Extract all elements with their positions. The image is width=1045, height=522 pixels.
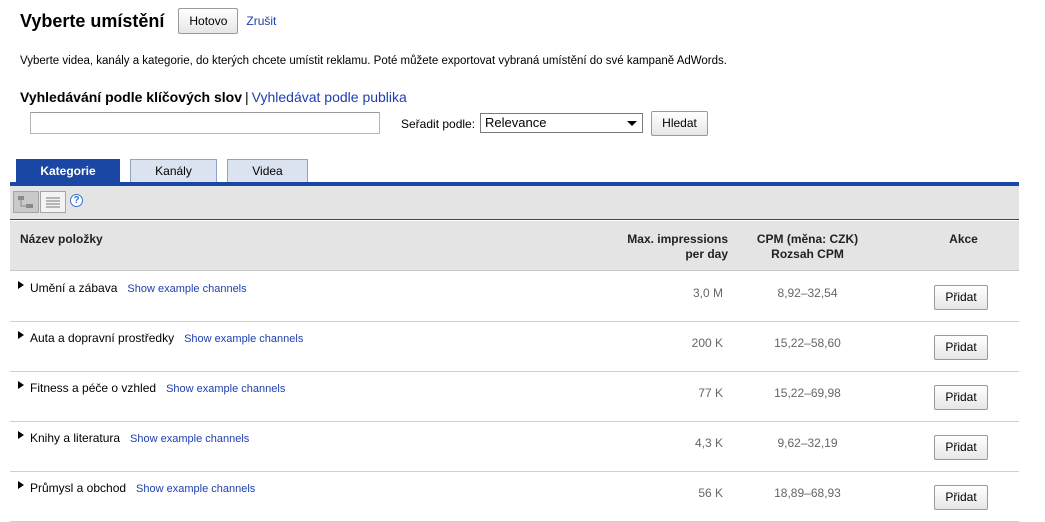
table-row: Auta a dopravní prostředky Show example c… [10,322,1019,372]
table-row: Umění a zábava Show example channels 3,0 … [10,272,1019,322]
sort-select[interactable]: Relevance [480,113,643,133]
sort-selected-value: Relevance [485,115,547,130]
cpm-header-line1: CPM (měna: CZK) [756,232,859,246]
done-button[interactable]: Hotovo [178,8,239,34]
search-button[interactable]: Hledat [651,111,708,136]
cpm-header-line2: Rozsah CPM [771,247,844,261]
category-name: Umění a zábava [30,281,118,295]
row-name-cell: Auta a dopravní prostředky Show example c… [30,331,303,345]
cpm-range: 9,62–32,19 [777,436,838,450]
tab-categories[interactable]: Kategorie [16,159,120,183]
cpm-range: 18,89–68,93 [774,486,841,500]
search-input[interactable] [30,112,380,134]
separator: | [245,89,249,105]
column-header-impressions: Max. impressions per day [600,232,728,262]
add-button[interactable]: Přidat [934,435,988,460]
table-header: Název položky Max. impressions per day C… [10,221,1019,271]
add-button[interactable]: Přidat [934,335,988,360]
page-title: Vyberte umístění [20,10,165,31]
table-row: Fitness a péče o vzhled Show example chan… [10,372,1019,422]
search-mode-switch: Vyhledávání podle klíčových slov | Vyhledá… [20,89,407,105]
keyword-search-heading: Vyhledávání podle klíčových slov [20,89,243,105]
category-name: Fitness a péče o vzhled [30,381,157,395]
expand-arrow-icon[interactable] [18,431,24,439]
column-header-name: Název položky [20,232,103,246]
show-example-channels-link[interactable]: Show example channels [130,433,249,445]
category-name: Průmysl a obchod [30,481,127,495]
intro-text: Vyberte videa, kanály a kategorie, do kt… [20,55,727,67]
expand-arrow-icon[interactable] [18,481,24,489]
impressions-value: 3,0 M [692,286,723,300]
impressions-header-line2: per day [685,247,728,261]
list-view-button[interactable] [40,191,66,213]
view-toolbar: ? [10,186,1019,220]
title-row: Vyberte umístění Hotovo Zrušit [20,8,276,34]
cancel-link[interactable]: Zrušit [246,14,276,28]
table-row: Průmysl a obchod Show example channels 56… [10,472,1019,522]
sort-label: Seřadit podle: [401,117,476,131]
impressions-value: 77 K [698,386,723,400]
impressions-value: 200 K [691,336,723,350]
table-row: Knihy a literatura Show example channels … [10,422,1019,472]
cpm-range: 15,22–58,60 [774,336,841,350]
show-example-channels-link[interactable]: Show example channels [127,283,246,295]
list-view-icon [46,197,60,208]
add-button[interactable]: Přidat [934,285,988,310]
category-name: Auta a dopravní prostředky [30,331,175,345]
cpm-range: 15,22–69,98 [774,386,841,400]
expand-arrow-icon[interactable] [18,281,24,289]
row-name-cell: Fitness a péče o vzhled Show example chan… [30,381,285,395]
category-name: Knihy a literatura [30,431,121,445]
impressions-header-line1: Max. impressions [627,232,728,246]
help-icon[interactable]: ? [70,194,83,207]
show-example-channels-link[interactable]: Show example channels [184,333,303,345]
expand-arrow-icon[interactable] [18,331,24,339]
expand-arrow-icon[interactable] [18,381,24,389]
row-name-cell: Knihy a literatura Show example channels [30,431,249,445]
impressions-value: 4,3 K [694,436,723,450]
tree-view-icon [18,196,33,208]
tree-view-button[interactable] [13,191,39,213]
tab-videos[interactable]: Videa [227,159,308,183]
show-example-channels-link[interactable]: Show example channels [136,483,255,495]
add-button[interactable]: Přidat [934,385,988,410]
column-header-action: Akce [949,232,978,246]
impressions-value: 56 K [698,486,723,500]
cpm-range: 8,92–32,54 [777,286,838,300]
row-name-cell: Průmysl a obchod Show example channels [30,481,255,495]
column-header-cpm: CPM (měna: CZK) Rozsah CPM [745,232,870,262]
row-name-cell: Umění a zábava Show example channels [30,281,247,295]
add-button[interactable]: Přidat [934,485,988,510]
audience-search-link[interactable]: Vyhledávat podle publika [252,89,407,105]
dropdown-arrow-icon [627,121,637,126]
tab-channels[interactable]: Kanály [130,159,217,183]
show-example-channels-link[interactable]: Show example channels [166,383,285,395]
